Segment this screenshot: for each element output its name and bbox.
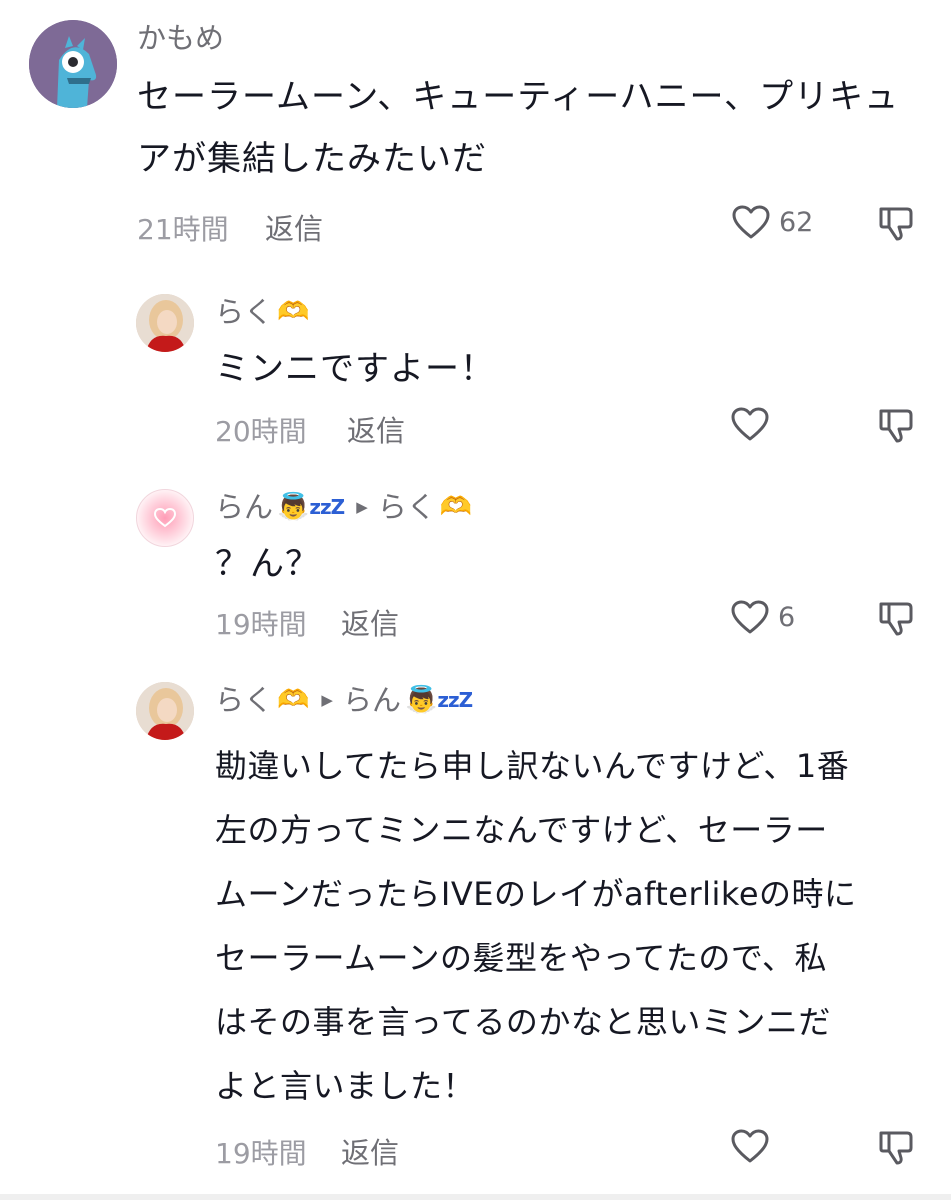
dislike-button[interactable] <box>877 204 915 246</box>
username[interactable]: らく 🫶 <box>215 292 921 332</box>
comment-meta: 19時間 返信 <box>215 1124 921 1174</box>
comment-line: セーラームーンの髪型をやってたので、私 <box>215 939 828 977</box>
heart-hands-emoji: 🫶 <box>439 492 473 522</box>
comment-text: ミンニですよー！ <box>215 338 921 400</box>
monster-avatar-icon <box>29 20 117 108</box>
comment-line: ムーンだったらIVEのレイがafterlikeの時に <box>215 875 857 913</box>
comment-line: よと言いました！ <box>215 1067 476 1105</box>
dislike-button[interactable] <box>877 406 915 448</box>
like-button[interactable] <box>730 406 778 442</box>
comment-line: アが集結したみたいだ <box>137 139 487 179</box>
heart-outline-icon <box>731 1129 769 1163</box>
comment-4: らく 🫶 ▶ らん 👼 zzZ 勘違いしてたら申し訳ないんですけど、1番 左の方… <box>0 680 951 1190</box>
reply-button[interactable]: 返信 <box>341 601 399 643</box>
reply-button[interactable]: 返信 <box>341 1130 399 1172</box>
like-button[interactable]: 62 <box>731 204 813 240</box>
zzz-emoji: zzZ <box>437 688 473 712</box>
comment-meta: 21時間 返信 62 <box>137 200 921 250</box>
username[interactable]: らく 🫶 ▶ らん 👼 zzZ <box>215 680 921 720</box>
comment-meta: 19時間 返信 6 <box>215 595 921 645</box>
like-count: 62 <box>779 206 814 238</box>
comment-meta: 20時間 返信 <box>215 402 921 452</box>
baby-angel-emoji: 👼 <box>277 492 310 522</box>
comment-2: らく 🫶 ミンニですよー！ 20時間 返信 <box>0 292 951 462</box>
comment-3: らん 👼 zzZ ▶ らく 🫶 ？ん？ 19時間 返信 6 <box>0 487 951 657</box>
username[interactable]: らん 👼 zzZ ▶ らく 🫶 <box>215 487 921 527</box>
heart-hands-emoji: 🫶 <box>277 297 310 327</box>
avatar[interactable] <box>136 682 194 740</box>
comment-1: かもめ セーラームーン、キューティーハニー、プリキュ アが集結したみたいだ 21… <box>0 18 951 248</box>
thumbs-down-outline-icon <box>879 409 913 443</box>
like-count: 6 <box>778 601 796 633</box>
avatar[interactable] <box>29 20 117 108</box>
photo-avatar-icon <box>136 294 194 352</box>
thumbs-down-outline-icon <box>879 207 913 241</box>
username-text[interactable]: かもめ <box>137 18 224 58</box>
like-button[interactable]: 6 <box>730 599 795 635</box>
comment-line: はその事を言ってるのかなと思いミンニだ <box>215 1003 831 1041</box>
heart-outline-icon <box>732 205 770 239</box>
comment-line: 勘違いしてたら申し訳ないんですけど、1番 <box>215 747 850 785</box>
thumbs-down-outline-icon <box>879 1131 913 1165</box>
heart-outline-icon <box>731 407 769 441</box>
zzz-emoji: zzZ <box>309 495 345 519</box>
timestamp: 19時間 <box>215 608 307 641</box>
reply-button[interactable]: 返信 <box>347 408 405 450</box>
reply-to-username[interactable]: らく <box>378 487 436 527</box>
thumbs-down-outline-icon <box>879 602 913 636</box>
bottom-divider <box>0 1194 951 1200</box>
baby-angel-emoji: 👼 <box>404 685 438 715</box>
triangle-right-icon: ▶ <box>321 691 333 709</box>
comment-text: ？ん？ <box>215 533 921 595</box>
dislike-button[interactable] <box>877 599 915 641</box>
username[interactable]: かもめ <box>137 18 921 58</box>
pink-heart-avatar-icon <box>137 490 193 546</box>
heart-hands-emoji: 🫶 <box>277 685 310 715</box>
heart-outline-icon <box>731 600 769 634</box>
username-text[interactable]: らん <box>215 487 273 527</box>
avatar[interactable] <box>136 294 194 352</box>
comment-line: ？ん？ <box>215 544 320 584</box>
username-text[interactable]: らく <box>215 680 273 720</box>
like-button[interactable] <box>730 1128 778 1164</box>
photo-avatar-icon <box>136 682 194 740</box>
dislike-button[interactable] <box>877 1128 915 1170</box>
triangle-right-icon: ▶ <box>356 498 368 516</box>
username-text[interactable]: らく <box>215 292 273 332</box>
timestamp: 21時間 <box>137 213 229 246</box>
reply-button[interactable]: 返信 <box>265 206 323 248</box>
avatar[interactable] <box>136 489 194 547</box>
comment-line: セーラームーン、キューティーハニー、プリキュ <box>137 77 900 117</box>
reply-to-username[interactable]: らん <box>343 680 401 720</box>
comment-line: ミンニですよー！ <box>215 349 495 389</box>
comment-text: セーラームーン、キューティーハニー、プリキュ アが集結したみたいだ <box>137 66 921 190</box>
comment-text: 勘違いしてたら申し訳ないんですけど、1番 左の方ってミンニなんですけど、セーラー… <box>215 734 921 1118</box>
comment-line: 左の方ってミンニなんですけど、セーラー <box>215 811 828 849</box>
timestamp: 19時間 <box>215 1137 307 1170</box>
timestamp: 20時間 <box>215 415 307 448</box>
